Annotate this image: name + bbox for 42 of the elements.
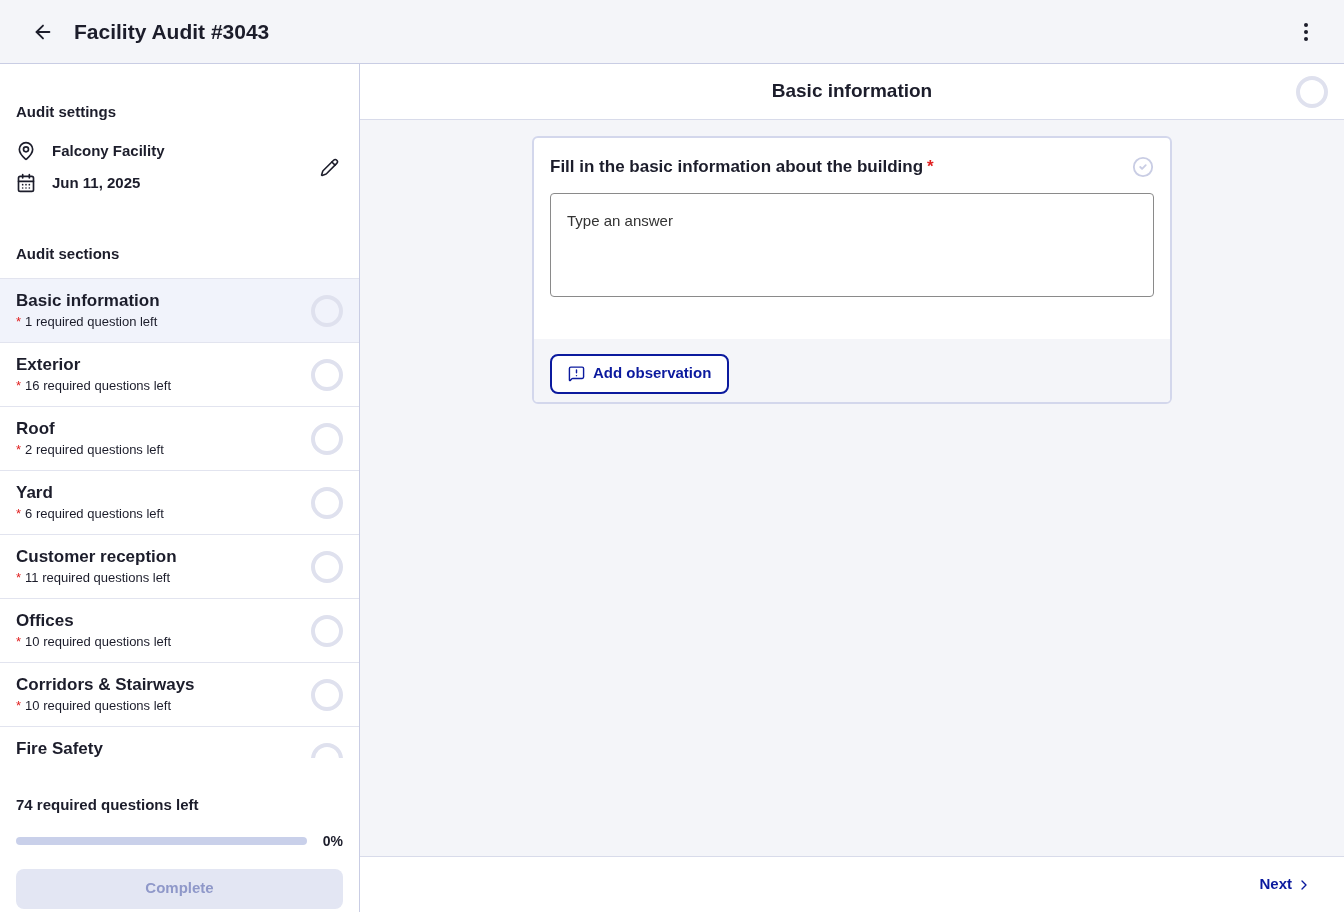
next-button[interactable]: Next: [1259, 873, 1312, 896]
question-text: Fill in the basic information about the building *: [550, 156, 934, 178]
status-ring-icon: [311, 550, 343, 583]
required-count: * 1 required question left: [16, 313, 159, 331]
location-pin-icon: [16, 140, 36, 161]
status-ring-icon: [311, 678, 343, 711]
more-icon: [1304, 22, 1308, 41]
facility-name: Falcony Facility: [52, 140, 165, 161]
section-name: Roof: [16, 418, 56, 440]
status-ring-icon: [311, 486, 343, 519]
page-title: Facility Audit #3043: [74, 18, 270, 45]
required-count: * 2 required questions left: [16, 441, 164, 459]
required-count: * 10 required questions left: [16, 697, 173, 715]
required-count: * 10 required questions left: [16, 633, 172, 651]
status-ring-icon: [311, 614, 343, 647]
section-name: Exterior: [16, 354, 82, 376]
status-ring-icon: [1296, 75, 1328, 108]
section-name: Fire Safety: [16, 738, 103, 758]
answer-field[interactable]: Type an answer: [550, 192, 1154, 297]
settings-heading: Audit settings: [16, 102, 117, 122]
calendar-icon: [16, 173, 36, 194]
progress-percent: 0%: [322, 831, 343, 851]
audit-date: Jun 11, 2025: [52, 173, 141, 193]
sections-heading: Audit sections: [16, 243, 121, 264]
add-observation-button[interactable]: Add observation: [550, 353, 730, 394]
required-count: * 16 required questions left: [16, 377, 172, 395]
edit-button[interactable]: [320, 157, 339, 177]
required-summary: 74 required questions left: [16, 795, 200, 815]
section-title: Basic information: [771, 79, 933, 104]
section-name: Offices: [16, 610, 75, 632]
status-ring-icon: [311, 358, 343, 391]
section-name: Basic information: [16, 290, 160, 312]
more-menu-button[interactable]: [1304, 22, 1308, 41]
status-ring-icon: [311, 422, 343, 455]
section-name: Yard: [16, 482, 54, 504]
section-item[interactable]: Basic information * 1 required question left: [0, 279, 359, 343]
required-count: * 11 required questions left: [16, 569, 172, 587]
section-name: Customer reception: [16, 546, 177, 568]
check-circle-icon: [1132, 155, 1154, 178]
section-name: Corridors & Stairways: [16, 674, 195, 696]
required-count: * 6 required questions left: [16, 505, 164, 523]
comment-alert-icon: [568, 365, 585, 382]
